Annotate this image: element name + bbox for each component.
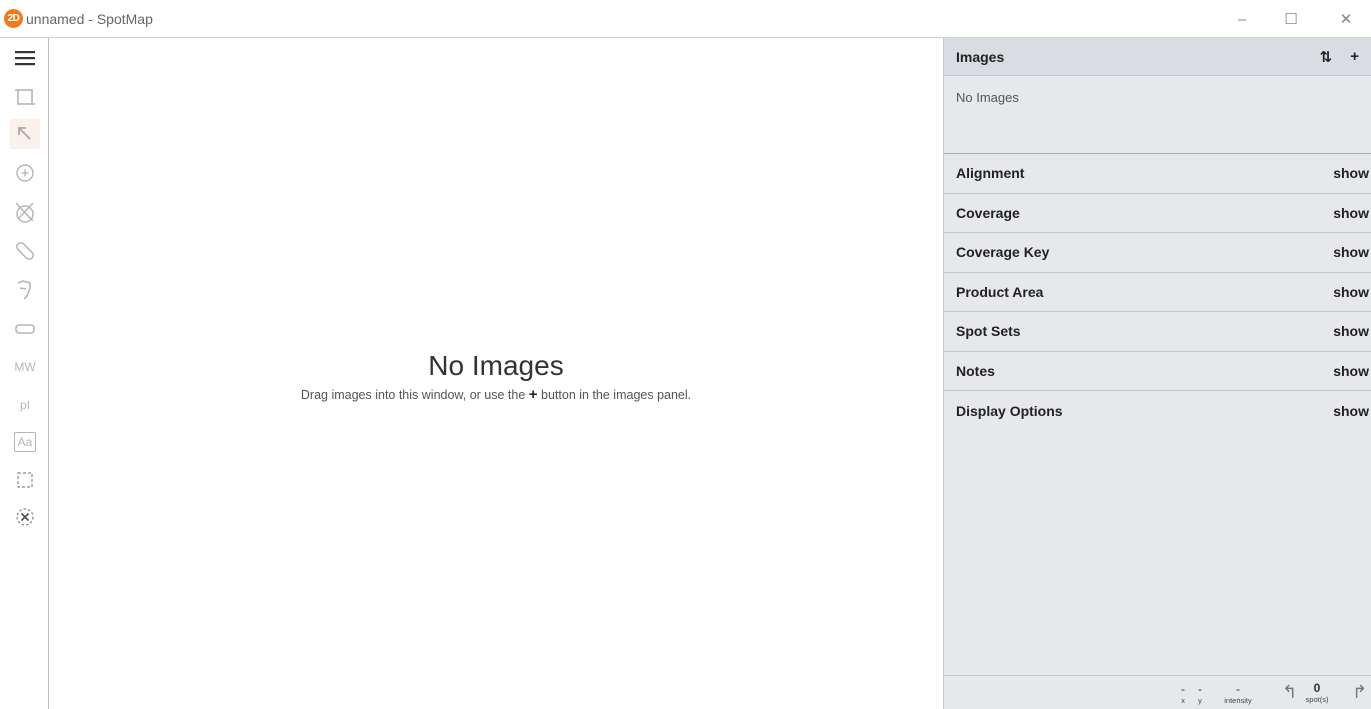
link-icon[interactable] — [10, 236, 40, 266]
show-toggle[interactable]: show — [1333, 323, 1371, 339]
images-empty-text: No Images — [956, 90, 1019, 105]
intensity-label: intensity — [1224, 696, 1252, 705]
empty-state-hint: Drag images into this window, or use the… — [0, 386, 993, 403]
spot-count: 0 spot(s) — [1302, 681, 1332, 704]
side-panel: Images ⇅ + No Images Alignment show Cove… — [943, 38, 1371, 709]
minimize-button[interactable]: – — [1222, 6, 1262, 32]
sort-icon[interactable]: ⇅ — [1320, 48, 1333, 66]
section-display-options[interactable]: Display Options show — [944, 391, 1371, 431]
undo-spot-icon[interactable] — [10, 275, 40, 305]
section-title: Product Area — [956, 283, 1044, 300]
intensity-readout: - intensity — [1218, 682, 1258, 705]
section-title: Coverage — [956, 204, 1020, 221]
select-arrow-icon[interactable] — [10, 119, 40, 149]
section-product-area[interactable]: Product Area show — [944, 273, 1371, 312]
show-toggle[interactable]: show — [1333, 284, 1371, 300]
section-alignment[interactable]: Alignment show — [944, 154, 1371, 194]
section-coverage-key[interactable]: Coverage Key show — [944, 233, 1371, 273]
empty-hint-before: Drag images into this window, or use the — [300, 388, 529, 402]
section-title: Spot Sets — [956, 323, 1021, 340]
spot-count-value: 0 — [1313, 681, 1321, 695]
maximize-button[interactable]: ☐ — [1271, 6, 1311, 32]
image-canvas[interactable]: No Images Drag images into this window, … — [49, 38, 943, 709]
show-toggle[interactable]: show — [1333, 165, 1371, 181]
menu-icon[interactable] — [10, 43, 40, 73]
intensity-value: - — [1236, 682, 1240, 696]
remove-spot-icon[interactable] — [10, 197, 40, 227]
show-toggle[interactable]: show — [1333, 205, 1371, 221]
title-bar: 2D unnamed - SpotMap – ☐ ✕ — [0, 0, 1371, 38]
spot-count-label: spot(s) — [1305, 695, 1329, 704]
add-spot-icon[interactable] — [10, 158, 40, 188]
show-toggle[interactable]: show — [1333, 403, 1371, 419]
y-readout: - y — [1195, 682, 1205, 705]
section-coverage[interactable]: Coverage show — [944, 194, 1371, 233]
images-list: No Images — [944, 76, 1371, 154]
crop-icon[interactable] — [10, 82, 40, 112]
y-value: - — [1198, 682, 1202, 696]
section-notes[interactable]: Notes show — [944, 352, 1371, 391]
show-toggle[interactable]: show — [1333, 363, 1371, 379]
clear-selection-icon[interactable] — [10, 502, 40, 532]
add-image-button[interactable]: + — [1350, 48, 1359, 66]
marquee-icon[interactable] — [10, 465, 40, 495]
x-label: x — [1181, 696, 1185, 705]
text-tool-label: Aa — [13, 432, 37, 452]
app-logo: 2D — [4, 9, 23, 28]
section-title: Display Options — [956, 402, 1063, 419]
x-value: - — [1181, 682, 1185, 696]
empty-hint-plus: + — [528, 386, 538, 403]
close-button[interactable]: ✕ — [1326, 6, 1366, 32]
images-title: Images — [956, 48, 1005, 65]
text-tool[interactable]: Aa — [10, 427, 40, 457]
y-label: y — [1198, 696, 1202, 705]
section-spot-sets[interactable]: Spot Sets show — [944, 312, 1371, 352]
next-spot-icon[interactable]: ↱ — [1352, 682, 1367, 703]
shape-rect-icon[interactable] — [10, 314, 40, 344]
empty-state-title: No Images — [428, 350, 564, 381]
x-readout: - x — [1178, 682, 1188, 705]
section-title: Alignment — [956, 165, 1025, 182]
window-title: unnamed - SpotMap — [26, 11, 153, 27]
show-toggle[interactable]: show — [1333, 244, 1371, 260]
status-bar: - x - y - intensity ↰ 0 spot(s) ↱ — [944, 675, 1371, 709]
prev-spot-icon[interactable]: ↰ — [1282, 682, 1297, 703]
section-title: Notes — [956, 362, 995, 379]
section-title: Coverage Key — [956, 244, 1050, 261]
images-header: Images ⇅ + — [944, 38, 1371, 76]
empty-hint-after: button in the images panel. — [537, 388, 692, 402]
